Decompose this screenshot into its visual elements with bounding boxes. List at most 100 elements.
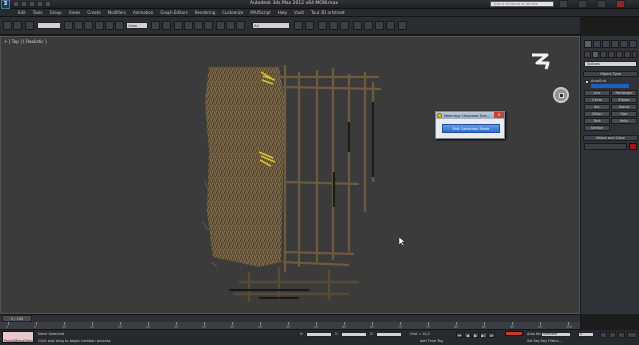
select-manipulate-icon[interactable] <box>162 21 171 30</box>
app-logo-icon[interactable]: 3 <box>1 0 10 9</box>
go-to-end-button[interactable]: ⏭ <box>488 332 495 338</box>
object-name-field[interactable] <box>584 143 627 150</box>
render-production-icon[interactable] <box>375 21 384 30</box>
steering-wheel-icon[interactable] <box>553 87 569 103</box>
set-key-button[interactable]: Set Key <box>527 339 540 343</box>
display-tab-icon[interactable] <box>620 40 628 48</box>
create-tab-icon[interactable] <box>584 40 592 48</box>
ngon-button[interactable]: NGon <box>584 111 610 117</box>
snap-toggle-icon[interactable] <box>174 21 183 30</box>
maxscript-listener[interactable]: Parcel&NonaSelect <box>2 331 34 343</box>
undo-icon[interactable] <box>37 1 43 7</box>
object-color-swatch[interactable] <box>629 143 637 150</box>
menu-tout-3d[interactable]: Tout 3D artstreet <box>311 10 345 15</box>
y-coord-field[interactable] <box>341 332 367 337</box>
zoom-icon[interactable] <box>600 332 607 338</box>
graphite-ribbon-icon[interactable] <box>305 21 314 30</box>
align-icon[interactable] <box>236 21 245 30</box>
edit-named-sets-icon[interactable] <box>216 21 225 30</box>
thatched-hut-model[interactable] <box>199 62 394 302</box>
menu-group[interactable]: Group <box>50 10 62 15</box>
redo-toolbar-icon[interactable] <box>13 21 22 30</box>
schematic-view-icon[interactable] <box>329 21 338 30</box>
start-new-shape-highlight[interactable] <box>591 84 629 88</box>
new-file-icon[interactable] <box>13 1 19 7</box>
current-frame-field[interactable]: 0 <box>578 332 594 337</box>
geometry-icon[interactable] <box>584 51 591 58</box>
shapes-icon[interactable] <box>592 51 599 58</box>
link-icon[interactable] <box>25 21 34 30</box>
pivot-icon[interactable] <box>151 21 160 30</box>
search-icon[interactable] <box>559 0 568 8</box>
star-button[interactable]: Star <box>611 111 637 117</box>
menu-graph-editors[interactable]: Graph Editors <box>160 10 187 15</box>
zoom-all-icon[interactable] <box>609 332 616 338</box>
auto-key-button[interactable]: Auto Key <box>527 332 542 336</box>
hierarchy-tab-icon[interactable] <box>602 40 610 48</box>
z-coord-field[interactable] <box>376 332 402 337</box>
ellipse-button[interactable]: Ellipse <box>611 97 637 103</box>
menu-rendering[interactable]: Rendering <box>195 10 215 15</box>
exit-collection-mode-button[interactable]: Exit Collection Mode <box>442 124 500 133</box>
circle-button[interactable]: Circle <box>584 97 610 103</box>
go-to-start-button[interactable]: ⏮ <box>456 332 463 338</box>
rectangle-button[interactable]: Rectangle <box>611 90 637 96</box>
top-viewport[interactable]: + [ Top ] [ Realistic ] Warning: Unsaved… <box>0 36 580 314</box>
motion-tab-icon[interactable] <box>611 40 619 48</box>
render-iterative-icon[interactable] <box>386 21 395 30</box>
spinner-snap-icon[interactable] <box>204 21 213 30</box>
undo-toolbar-icon[interactable] <box>3 21 12 30</box>
render-setup-icon[interactable] <box>353 21 362 30</box>
curve-editor-icon[interactable] <box>318 21 327 30</box>
menu-modifiers[interactable]: Modifiers <box>108 10 126 15</box>
section-button[interactable]: Section <box>584 125 610 131</box>
category-dropdown[interactable]: Splines <box>584 61 637 67</box>
material-editor-icon[interactable] <box>340 21 349 30</box>
space-warps-icon[interactable] <box>624 51 631 58</box>
percent-snap-icon[interactable] <box>194 21 203 30</box>
helix-button[interactable]: Helix <box>611 118 637 124</box>
object-type-rollout[interactable]: Object Type <box>583 71 638 77</box>
arc-button[interactable]: Arc <box>584 104 610 110</box>
cameras-icon[interactable] <box>608 51 615 58</box>
move-icon[interactable] <box>95 21 104 30</box>
maximize-button[interactable] <box>597 0 606 8</box>
menu-tools[interactable]: Tools <box>33 10 43 15</box>
named-selection-dropdown[interactable] <box>37 22 61 29</box>
modify-tab-icon[interactable] <box>593 40 601 48</box>
rendered-frame-icon[interactable] <box>364 21 373 30</box>
minimize-button[interactable] <box>578 0 587 8</box>
time-slider[interactable]: 0 / 100 <box>0 314 580 322</box>
autogrid-checkbox[interactable] <box>585 80 589 84</box>
selection-filter-dropdown[interactable]: All <box>252 22 290 29</box>
help-search-input[interactable]: Type a keyword or phrase <box>490 1 554 7</box>
next-frame-button[interactable]: ▶| <box>480 332 487 338</box>
key-filters-button[interactable]: Key Filters... <box>541 339 562 343</box>
rotate-icon[interactable] <box>105 21 114 30</box>
save-file-icon[interactable] <box>29 1 35 7</box>
rect-selection-icon[interactable] <box>84 21 93 30</box>
mirror-icon[interactable] <box>226 21 235 30</box>
layer-manager-icon[interactable] <box>294 21 303 30</box>
systems-icon[interactable] <box>632 51 637 58</box>
menu-animation[interactable]: Animation <box>133 10 153 15</box>
close-window-button[interactable] <box>616 0 625 8</box>
dialog-close-button[interactable]: × <box>494 112 504 118</box>
menu-vault[interactable]: Vault <box>294 10 304 15</box>
line-button[interactable]: Line <box>584 90 610 96</box>
menu-create[interactable]: Create <box>87 10 100 15</box>
previous-frame-button[interactable]: ◀ <box>464 332 471 338</box>
menu-customize[interactable]: Customize <box>222 10 243 15</box>
utilities-tab-icon[interactable] <box>629 40 637 48</box>
key-mode-button[interactable] <box>505 331 523 336</box>
add-time-tag[interactable]: Add Time Tag <box>420 339 443 343</box>
select-by-name-icon[interactable] <box>74 21 83 30</box>
reference-coord-dropdown[interactable]: View <box>126 22 148 29</box>
select-object-icon[interactable] <box>64 21 73 30</box>
helpers-icon[interactable] <box>616 51 623 58</box>
angle-snap-icon[interactable] <box>184 21 193 30</box>
menu-edit[interactable]: Edit <box>18 10 26 15</box>
pan-icon[interactable] <box>618 332 625 338</box>
orbit-icon[interactable] <box>627 332 637 338</box>
time-slider-handle[interactable]: 0 / 100 <box>2 315 32 322</box>
